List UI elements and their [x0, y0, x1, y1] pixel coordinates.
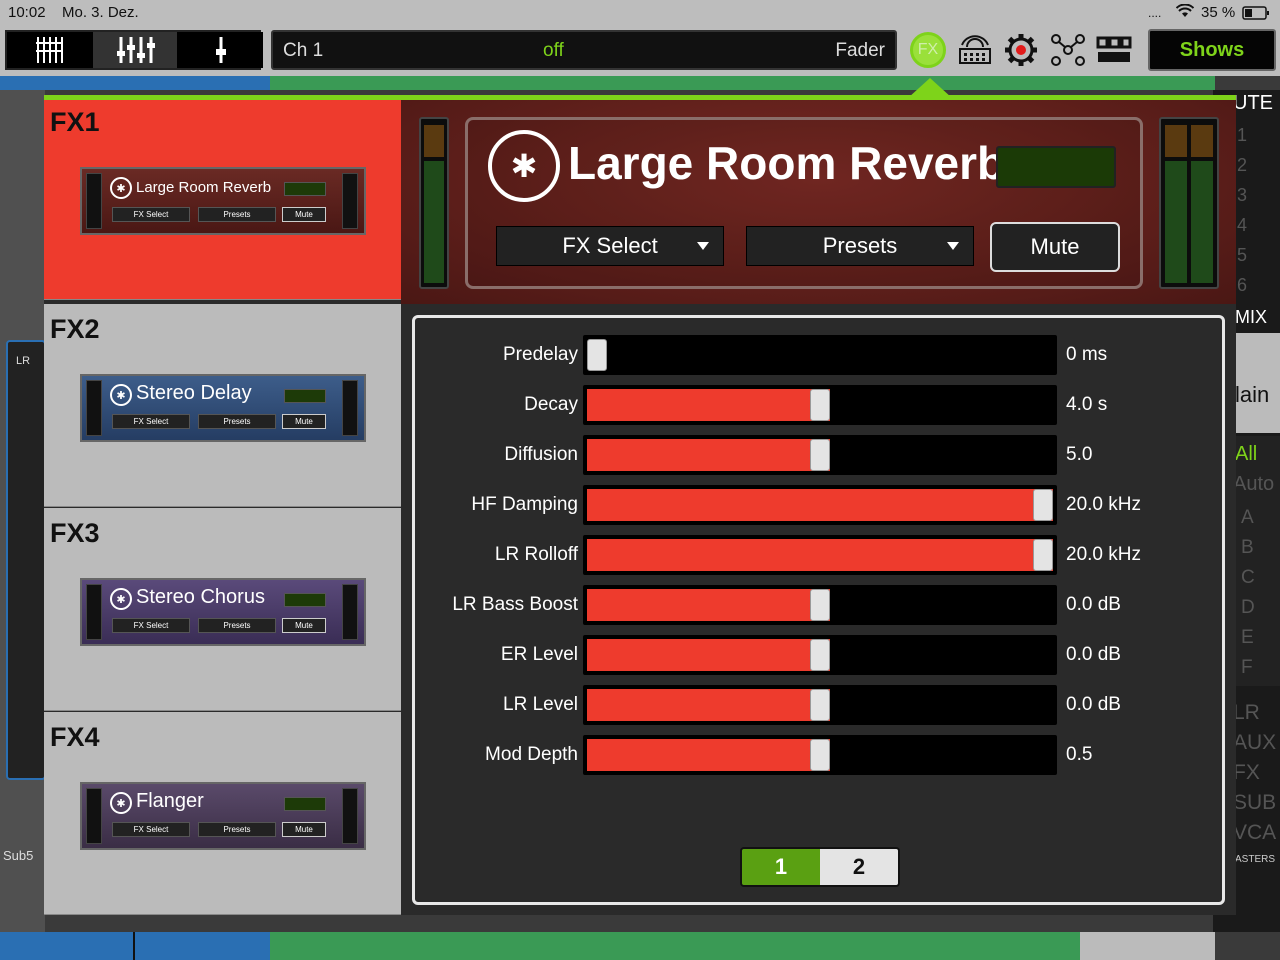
fx-popup: FX1 ✱ Large Room Reverb FX Select Preset… [44, 97, 1236, 915]
mackie-logo-icon: ✱ [110, 588, 132, 610]
fx-tab-4[interactable]: FX4 ✱ Flanger FX Select Presets Mute [44, 712, 401, 915]
faders-icon [117, 37, 155, 63]
param-slider[interactable] [583, 485, 1057, 525]
param-row: LR Bass Boost 0.0 dB [415, 585, 1228, 625]
param-slider[interactable] [583, 435, 1057, 475]
settings-button[interactable] [1001, 30, 1041, 70]
param-slider[interactable] [583, 335, 1057, 375]
bg-strip [0, 932, 135, 960]
bg-sub-label: Sub5 [3, 848, 34, 863]
bg-strip [1080, 932, 1215, 960]
slider-handle[interactable] [810, 639, 830, 671]
channel-mode: Fader [835, 40, 885, 61]
fx-preview: ✱ Large Room Reverb FX Select Presets Mu… [80, 167, 366, 235]
fx-tab-2[interactable]: FX2 ✱ Stereo Delay FX Select Presets Mut… [44, 304, 401, 507]
page-2-button[interactable]: 2 [820, 849, 898, 885]
fx-select-button[interactable]: FX Select [496, 226, 724, 266]
fx-title: Large Room Reverb [568, 137, 1006, 189]
mackie-logo-icon: ✱ [488, 130, 560, 202]
battery-text: 35 % [1201, 4, 1236, 21]
param-slider[interactable] [583, 385, 1057, 425]
slider-handle[interactable] [810, 689, 830, 721]
slider-handle[interactable] [810, 739, 830, 771]
patch-button[interactable] [1048, 30, 1088, 70]
input-meter [419, 117, 449, 289]
channel-state: off [543, 40, 564, 61]
signal-icon: .... [1148, 6, 1162, 20]
single-fader-icon [216, 37, 226, 63]
status-bar: 10:02 Mo. 3. Dez. .... 35 % [0, 0, 1280, 26]
fx-tab-1[interactable]: FX1 ✱ Large Room Reverb FX Select Preset… [44, 97, 401, 300]
slider-handle[interactable] [1033, 489, 1053, 521]
bg-lr-label: LR [16, 355, 31, 367]
grid-layout-icon [1096, 36, 1132, 62]
bg-strip [270, 76, 1215, 90]
presets-button[interactable]: Presets [746, 226, 974, 266]
popup-top-border [44, 95, 1236, 100]
slider-handle[interactable] [587, 339, 607, 371]
dropdown-arrow-icon [947, 242, 959, 250]
param-row: HF Damping 20.0 kHz [415, 485, 1228, 525]
param-row: Diffusion 5.0 [415, 435, 1228, 475]
param-slider[interactable] [583, 635, 1057, 675]
param-row: Predelay 0 ms [415, 335, 1228, 375]
channel-name: Ch 1 [283, 40, 324, 61]
router-icon [959, 35, 991, 64]
fx-header-panel: ✱ Large Room Reverb FX Select Presets Mu… [465, 117, 1143, 289]
bg-strip [270, 932, 1080, 960]
background-channel-strip: LR Sub5 [0, 90, 46, 932]
patch-icon [1051, 34, 1085, 66]
fx-preview: ✱ Stereo Delay FX Select Presets Mute [80, 374, 366, 442]
mixer-grid-icon [36, 37, 63, 63]
bg-strip [135, 932, 270, 960]
param-row: Mod Depth 0.5 [415, 735, 1228, 775]
channel-selector[interactable]: Ch 1 off Fader [271, 30, 897, 70]
status-date: Mo. 3. Dez. [62, 4, 139, 21]
parameter-panel: Predelay 0 ms Decay 4.0 s Diffusion 5.0 … [412, 315, 1225, 905]
fx-tab-3[interactable]: FX3 ✱ Stereo Chorus FX Select Presets Mu… [44, 508, 401, 711]
gear-icon [1005, 34, 1037, 66]
slider-handle[interactable] [1033, 539, 1053, 571]
mackie-logo-icon: ✱ [110, 792, 132, 814]
slider-handle[interactable] [810, 589, 830, 621]
status-time: 10:02 [8, 4, 46, 21]
fx-button[interactable]: FX [908, 30, 948, 70]
bg-strip [0, 76, 135, 90]
fx-header: ✱ Large Room Reverb FX Select Presets Mu… [401, 97, 1236, 304]
param-row: LR Level 0.0 dB [415, 685, 1228, 725]
wifi-icon [1175, 3, 1195, 22]
view-single-fader-button[interactable] [179, 32, 263, 68]
mackie-logo-icon: ✱ [110, 177, 132, 199]
bg-strip [135, 76, 270, 90]
view-faders-button[interactable] [93, 32, 177, 68]
param-slider[interactable] [583, 685, 1057, 725]
page-selector: 1 2 [740, 847, 900, 887]
param-row: LR Rolloff 20.0 kHz [415, 535, 1228, 575]
param-row: ER Level 0.0 dB [415, 635, 1228, 675]
battery-icon [1242, 6, 1270, 24]
slider-handle[interactable] [810, 439, 830, 471]
shows-button[interactable]: Shows [1148, 29, 1276, 71]
param-slider[interactable] [583, 535, 1057, 575]
io-button[interactable] [955, 30, 995, 70]
param-row: Decay 4.0 s [415, 385, 1228, 425]
mute-button[interactable]: Mute [990, 222, 1120, 272]
fx-display [996, 146, 1116, 188]
slider-handle[interactable] [810, 389, 830, 421]
fx-preview: ✱ Flanger FX Select Presets Mute [80, 782, 366, 850]
fx-preview: ✱ Stereo Chorus FX Select Presets Mute [80, 578, 366, 646]
dropdown-arrow-icon [697, 242, 709, 250]
param-slider[interactable] [583, 735, 1057, 775]
view-switcher [5, 30, 263, 70]
view-mixer-button[interactable] [7, 32, 91, 68]
mackie-logo-icon: ✱ [110, 384, 132, 406]
page-1-button[interactable]: 1 [742, 849, 820, 885]
param-slider[interactable] [583, 585, 1057, 625]
output-meter [1159, 117, 1219, 289]
fx-icon: FX [910, 32, 946, 68]
top-toolbar: Ch 1 off Fader FX Shows [0, 26, 1280, 76]
layout-button[interactable] [1094, 30, 1134, 70]
